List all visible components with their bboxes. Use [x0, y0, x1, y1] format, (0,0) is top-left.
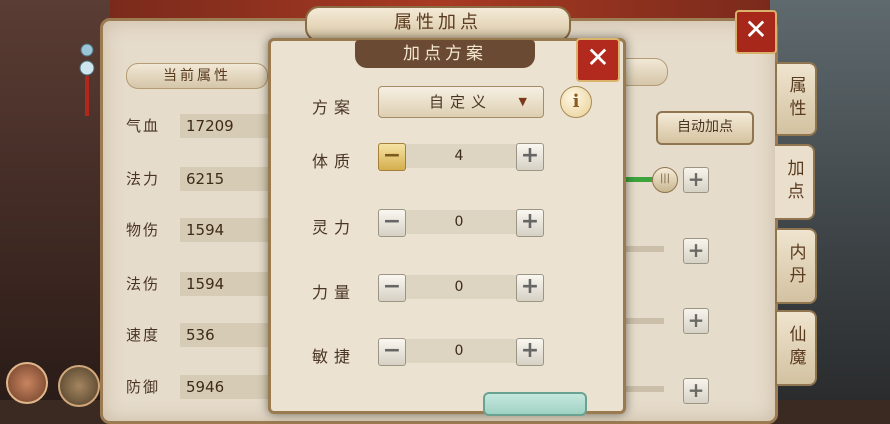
- stat-label: 速度: [126, 326, 161, 344]
- stat-value: 17209: [180, 114, 278, 138]
- social-icon[interactable]: [6, 362, 48, 404]
- stat-value: 536: [180, 323, 278, 347]
- spirit-value: 0: [454, 214, 464, 230]
- attribute-panel-title: 属性加点: [305, 6, 571, 42]
- strength-plus-button[interactable]: +: [516, 274, 544, 302]
- attribute-panel-close-button[interactable]: ✕: [735, 10, 777, 54]
- constitution-plus-button[interactable]: +: [516, 143, 544, 171]
- add-point-plus-button[interactable]: +: [683, 378, 709, 404]
- stat-label: 防御: [126, 378, 161, 396]
- stat-row-mp: 法力 6215: [126, 167, 278, 191]
- tab-add-points[interactable]: 加点: [775, 144, 815, 220]
- stat-row-defense: 防御 5946: [126, 375, 278, 399]
- chat-icon[interactable]: [58, 365, 100, 407]
- stat-value: 1594: [180, 272, 278, 296]
- ornament-charm-icon: [79, 43, 95, 116]
- auto-add-points-button[interactable]: 自动加点: [656, 111, 754, 145]
- scheme-label: 方案: [312, 98, 357, 117]
- agility-value: 0: [454, 343, 464, 359]
- add-point-plus-button[interactable]: +: [683, 167, 709, 193]
- slider-handle[interactable]: |||: [652, 167, 678, 193]
- constitution-minus-button[interactable]: −: [378, 143, 406, 171]
- spirit-minus-button[interactable]: −: [378, 209, 406, 237]
- attribute-label-spirit: 灵力: [312, 218, 357, 237]
- attribute-bar: [622, 246, 664, 252]
- attribute-label-strength: 力量: [312, 283, 357, 302]
- scheme-dropdown[interactable]: 自定义 ▼: [378, 86, 544, 118]
- stat-label: 法力: [126, 170, 161, 188]
- tab-attributes[interactable]: 属性: [775, 62, 817, 136]
- attribute-bar: [622, 386, 664, 392]
- stat-value: 5946: [180, 375, 278, 399]
- dropdown-arrow-icon: ▼: [518, 95, 527, 108]
- stat-value: 1594: [180, 218, 278, 242]
- stat-value: 6215: [180, 167, 278, 191]
- info-icon[interactable]: i: [560, 86, 592, 118]
- confirm-button[interactable]: [483, 392, 587, 416]
- stat-label: 气血: [126, 117, 161, 135]
- spirit-plus-button[interactable]: +: [516, 209, 544, 237]
- strength-minus-button[interactable]: −: [378, 274, 406, 302]
- dialog-title: 加点方案: [355, 40, 535, 68]
- agility-minus-button[interactable]: −: [378, 338, 406, 366]
- attribute-bar: [622, 318, 664, 324]
- add-point-plus-button[interactable]: +: [683, 238, 709, 264]
- dialog-close-button[interactable]: ✕: [576, 38, 620, 82]
- stat-row-hp: 气血 17209: [126, 114, 278, 138]
- constitution-value: 4: [454, 148, 464, 164]
- stat-row-magic-damage: 法伤 1594: [126, 272, 278, 296]
- stat-label: 法伤: [126, 275, 161, 293]
- stat-label: 物伤: [126, 221, 161, 239]
- agility-plus-button[interactable]: +: [516, 338, 544, 366]
- stat-row-physical-damage: 物伤 1594: [126, 218, 278, 242]
- strength-value: 0: [454, 279, 464, 295]
- attribute-label-agility: 敏捷: [312, 347, 357, 366]
- current-attributes-label: 当前属性: [126, 63, 268, 89]
- tab-immortal-demon[interactable]: 仙魔: [775, 310, 817, 386]
- add-point-plus-button[interactable]: +: [683, 308, 709, 334]
- attribute-label-constitution: 体质: [312, 152, 357, 171]
- tab-inner-core[interactable]: 内丹: [775, 228, 817, 304]
- stat-row-speed: 速度 536: [126, 323, 278, 347]
- scheme-dropdown-value: 自定义: [429, 93, 493, 111]
